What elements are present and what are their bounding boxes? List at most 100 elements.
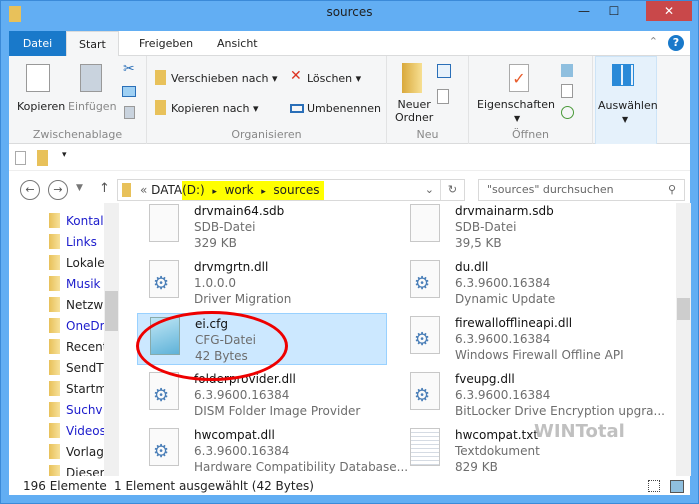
breadcrumb-chevron-icon[interactable]: ▸ xyxy=(261,187,266,197)
help-icon[interactable]: ? xyxy=(668,35,684,51)
nav-item[interactable]: Netzw xyxy=(49,295,104,315)
nav-item[interactable]: Vorlag xyxy=(49,442,104,462)
nav-item-label: Recent xyxy=(66,340,104,354)
copy-to-button[interactable]: Kopieren nach ▾ xyxy=(171,102,258,115)
file-detail: 6.3.9600.16384 xyxy=(455,276,551,290)
chevron-down-icon: ▼ xyxy=(622,115,629,124)
refresh-icon[interactable]: ↻ xyxy=(440,180,464,200)
nav-item-label: Netzw xyxy=(66,298,104,312)
tiles-view-icon[interactable] xyxy=(670,480,684,493)
file-detail: Textdokument xyxy=(455,444,540,458)
nav-item-label: Lokale xyxy=(66,256,104,270)
move-to-button[interactable]: Verschieben nach ▾ xyxy=(171,72,278,85)
breadcrumb-work[interactable]: work xyxy=(225,183,254,197)
file-item[interactable]: folderprovider.dll6.3.9600.16384DISM Fol… xyxy=(137,369,387,421)
easy-access-icon[interactable] xyxy=(437,89,449,104)
tab-datei[interactable]: Datei xyxy=(9,31,66,56)
address-bar[interactable]: « DATA(D:) ▸ work ▸ sources ⌄ ↻ xyxy=(117,179,465,201)
edit-icon[interactable] xyxy=(561,84,573,98)
file-item[interactable]: drvmain64.sdb SDB-Datei 329 KB xyxy=(137,203,387,253)
item-count: 196 Elemente xyxy=(23,479,107,493)
paste-shortcut-icon[interactable] xyxy=(124,106,135,119)
new-item-icon[interactable] xyxy=(437,64,451,78)
new-folder-icon[interactable] xyxy=(37,150,48,166)
dll-file-icon xyxy=(149,372,179,410)
file-item[interactable]: drvmainarm.sdb SDB-Datei 39,5 KB xyxy=(398,203,648,253)
breadcrumb-sources[interactable]: sources xyxy=(273,183,319,197)
tab-ansicht[interactable]: Ansicht xyxy=(205,31,270,56)
select-button[interactable]: Auswählen ▼ Auswählen xyxy=(595,56,658,144)
address-dropdown-icon[interactable]: ⌄ xyxy=(425,183,434,196)
chevron-down-icon[interactable]: ▼ xyxy=(514,114,520,123)
nav-item[interactable]: Links xyxy=(49,232,104,252)
txt-file-icon xyxy=(410,428,440,466)
file-detail: Driver Migration xyxy=(194,292,292,306)
cut-icon[interactable]: ✂ xyxy=(123,61,135,77)
maximize-button[interactable]: ☐ xyxy=(600,1,628,21)
file-item[interactable]: hwcompat.dll 6.3.9600.16384 Hardware Compa… xyxy=(137,425,408,476)
selection-info: 1 Element ausgewählt (42 Bytes) xyxy=(114,479,314,493)
nav-item[interactable]: Musik xyxy=(49,274,104,294)
breadcrumb-chevron-icon[interactable]: ▸ xyxy=(212,187,217,197)
blank-file-icon xyxy=(149,204,179,242)
copy-path-icon[interactable] xyxy=(122,86,136,97)
file-detail: Dynamic Update xyxy=(455,292,556,306)
customize-qat-icon[interactable]: ▾ xyxy=(62,150,67,160)
rename-icon xyxy=(290,104,304,113)
folder-icon xyxy=(49,360,60,375)
copy-button[interactable]: Kopieren xyxy=(17,100,65,113)
file-item[interactable]: drvmgrtn.dll 1.0.0.0 Driver Migration xyxy=(137,257,387,309)
nav-scrollbar-thumb[interactable] xyxy=(105,291,118,331)
search-input[interactable]: "sources" durchsuchen ⚲ xyxy=(478,179,685,201)
rename-button[interactable]: Umbenennen xyxy=(307,102,381,115)
close-button[interactable]: ✕ xyxy=(646,1,692,21)
nav-item[interactable]: SendT xyxy=(49,358,104,378)
folder-icon xyxy=(49,339,60,354)
nav-item[interactable]: Dieser P xyxy=(49,463,104,476)
up-icon[interactable]: ↑ xyxy=(99,181,110,196)
dll-file-icon xyxy=(149,260,179,298)
nav-item[interactable]: Suchv xyxy=(49,400,104,420)
file-detail: 1.0.0.0 xyxy=(194,276,236,290)
nav-item[interactable]: Kontal xyxy=(49,211,104,231)
properties-button[interactable]: Eigenschaften xyxy=(477,98,555,111)
file-item[interactable]: du.dll 6.3.9600.16384 Dynamic Update xyxy=(398,257,648,309)
nav-item[interactable]: OneDr xyxy=(49,316,104,336)
nav-item[interactable]: Lokale xyxy=(49,253,104,273)
breadcrumb-drive[interactable]: (D:) xyxy=(182,183,205,197)
delete-button[interactable]: Löschen ▾ xyxy=(307,72,361,85)
file-detail: 329 KB xyxy=(194,236,237,250)
tab-freigeben[interactable]: Freigeben xyxy=(127,31,205,56)
details-view-icon[interactable] xyxy=(648,480,660,492)
tab-start[interactable]: Start xyxy=(66,31,119,57)
file-item[interactable]: fveupg.dll 6.3.9600.16384 BitLocker Drive … xyxy=(398,369,665,421)
properties-icon[interactable] xyxy=(15,151,26,165)
collapse-ribbon-icon[interactable]: ⌃ xyxy=(649,35,658,48)
file-name: drvmgrtn.dll xyxy=(194,260,269,274)
nav-scrollbar[interactable] xyxy=(104,203,119,476)
nav-item-label: OneDr xyxy=(66,319,104,333)
file-name: hwcompat.txt xyxy=(455,428,539,442)
file-detail: 6.3.9600.16384 xyxy=(455,388,551,402)
minimize-button[interactable]: — xyxy=(570,1,598,21)
file-detail: DISM Folder Image Provider xyxy=(194,404,361,418)
file-scrollbar-thumb[interactable] xyxy=(677,298,690,320)
file-item[interactable]: firewallofflineapi.dll 6.3.9600.16384 Wind… xyxy=(398,313,648,365)
back-icon[interactable]: ← xyxy=(20,180,40,200)
file-detail: 6.3.9600.16384 xyxy=(194,388,290,402)
history-icon[interactable] xyxy=(561,106,574,119)
address-overflow[interactable]: « xyxy=(140,183,147,197)
nav-item[interactable]: Startm xyxy=(49,379,104,399)
folder-icon xyxy=(49,465,60,476)
folder-icon xyxy=(49,423,60,438)
paste-button[interactable]: Einfügen xyxy=(68,100,117,113)
recent-dropdown-icon[interactable]: ▼ xyxy=(76,183,83,193)
nav-item[interactable]: Videos xyxy=(49,421,104,441)
breadcrumb-data[interactable]: DATA xyxy=(151,183,182,197)
new-folder-icon xyxy=(402,63,422,93)
file-scrollbar[interactable] xyxy=(676,203,691,476)
open-icon[interactable] xyxy=(561,64,573,77)
new-folder-button[interactable]: Neuer Ordner xyxy=(395,98,433,124)
nav-item[interactable]: Recent xyxy=(49,337,104,357)
forward-icon[interactable]: → xyxy=(48,180,68,200)
